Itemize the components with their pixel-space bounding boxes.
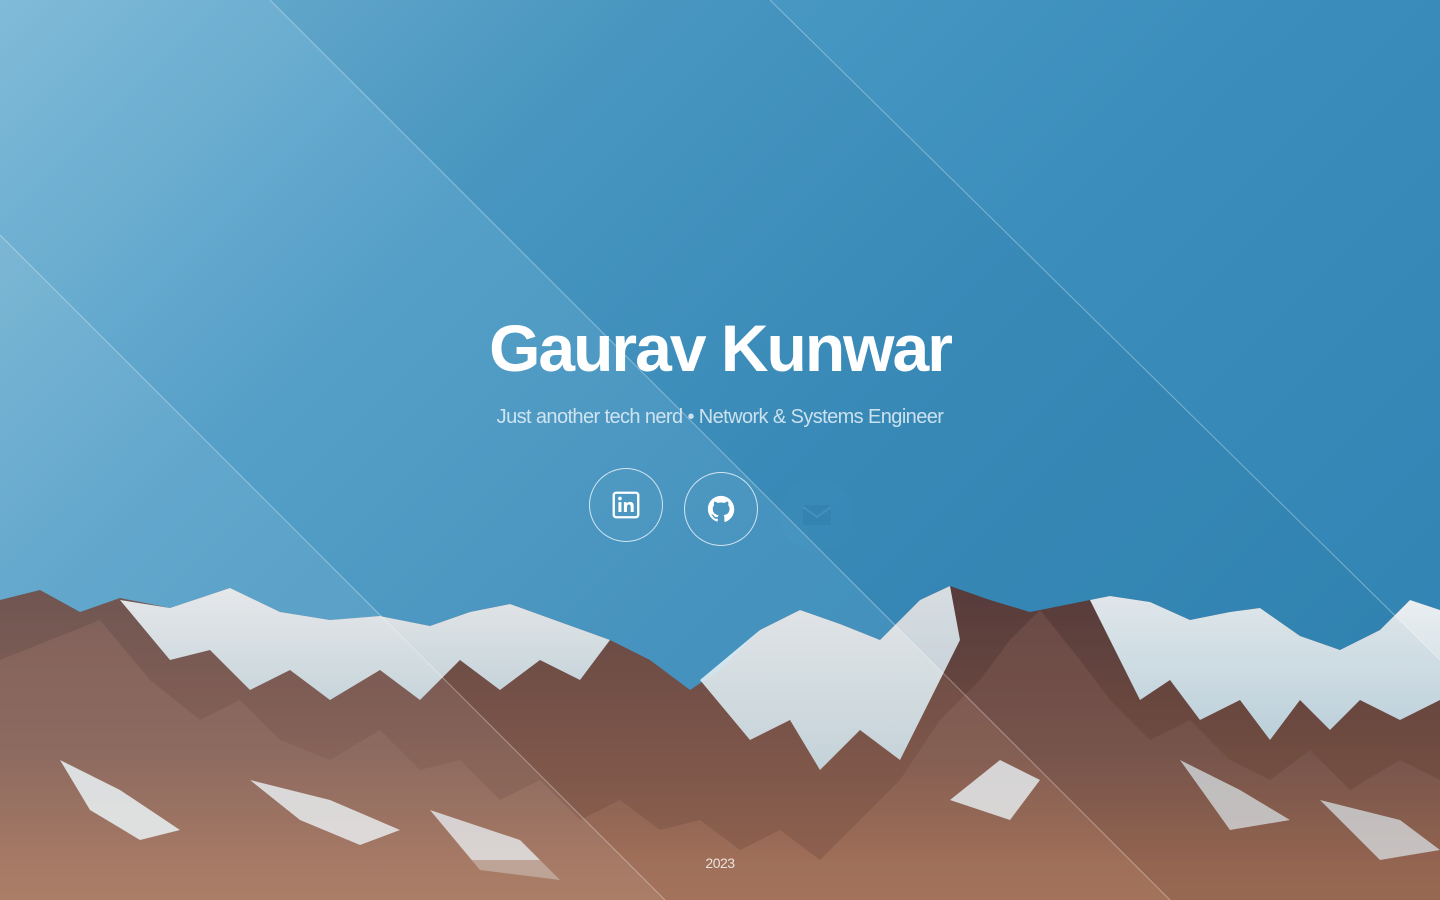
- profile-tagline: Just another tech nerd • Network & Syste…: [496, 406, 944, 428]
- github-link[interactable]: [684, 472, 758, 546]
- linkedin-icon: [612, 491, 640, 519]
- github-icon: [707, 495, 735, 522]
- hero-content: Gaurav Kunwar Just another tech nerd • N…: [0, 0, 1440, 900]
- envelope-icon: [802, 505, 832, 525]
- email-link[interactable]: [780, 478, 854, 552]
- footer-year: 2023: [705, 855, 735, 871]
- profile-name: Gaurav Kunwar: [489, 311, 953, 385]
- linkedin-link[interactable]: [589, 468, 663, 542]
